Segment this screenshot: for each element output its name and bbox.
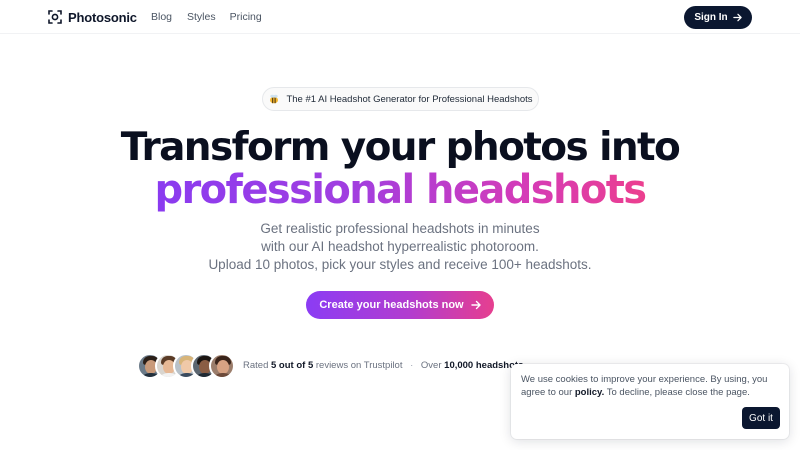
cookie-banner: We use cookies to improve your experienc… [511,364,789,439]
customer-avatars [137,353,235,379]
hero-badge: The #1 AI Headshot Generator for Profess… [262,87,539,111]
brand-logo[interactable]: Photosonic [48,8,137,26]
cta-label: Create your headshots now [319,299,464,311]
cookie-text-after: To decline, please close the page. [606,387,750,398]
photosonic-logo-icon [48,10,62,24]
sign-in-button[interactable]: Sign In [684,6,752,29]
arrow-right-icon [470,300,481,310]
nav-link-styles[interactable]: Styles [187,11,216,23]
rating-text: Rated 5 out of 5 reviews on Trustpilot ·… [243,360,523,371]
hero-title-gradient-text: professional headshots [154,167,647,213]
rating-over: Over [420,360,442,371]
rating-suffix: reviews on Trustpilot [315,360,403,371]
rating-score: 5 out of 5 [271,360,314,371]
bee-emoji-icon [270,94,279,104]
hero-title-line-1: Transform your photos into [120,125,681,170]
rating-prefix: Rated [243,360,269,371]
create-headshots-button[interactable]: Create your headshots now [306,291,494,319]
nav-link-blog[interactable]: Blog [151,11,172,23]
arrow-right-icon [732,13,742,22]
cookie-accept-button[interactable]: Got it [742,407,780,429]
hero-subtitle-line-2: with our AI headshot hyperrealistic phot… [261,239,539,254]
hero-subtitle-line-3: Upload 10 photos, pick your styles and r… [208,257,592,272]
badge-text: The #1 AI Headshot Generator for Profess… [286,93,533,105]
cookie-message: We use cookies to improve your experienc… [521,373,779,399]
sign-in-label: Sign In [694,12,728,23]
hero-title-line-2: professional headshots [0,170,800,210]
brand-name: Photosonic [68,9,137,25]
cookie-policy-link[interactable]: policy. [575,387,604,398]
rating-separator: · [410,360,414,371]
nav-links: Blog Styles Pricing [151,11,262,23]
top-nav: Photosonic Blog Styles Pricing Sign In [0,0,800,34]
avatar [209,353,235,379]
nav-link-pricing[interactable]: Pricing [230,11,262,23]
hero-subtitle-line-1: Get realistic professional headshots in … [260,221,540,236]
